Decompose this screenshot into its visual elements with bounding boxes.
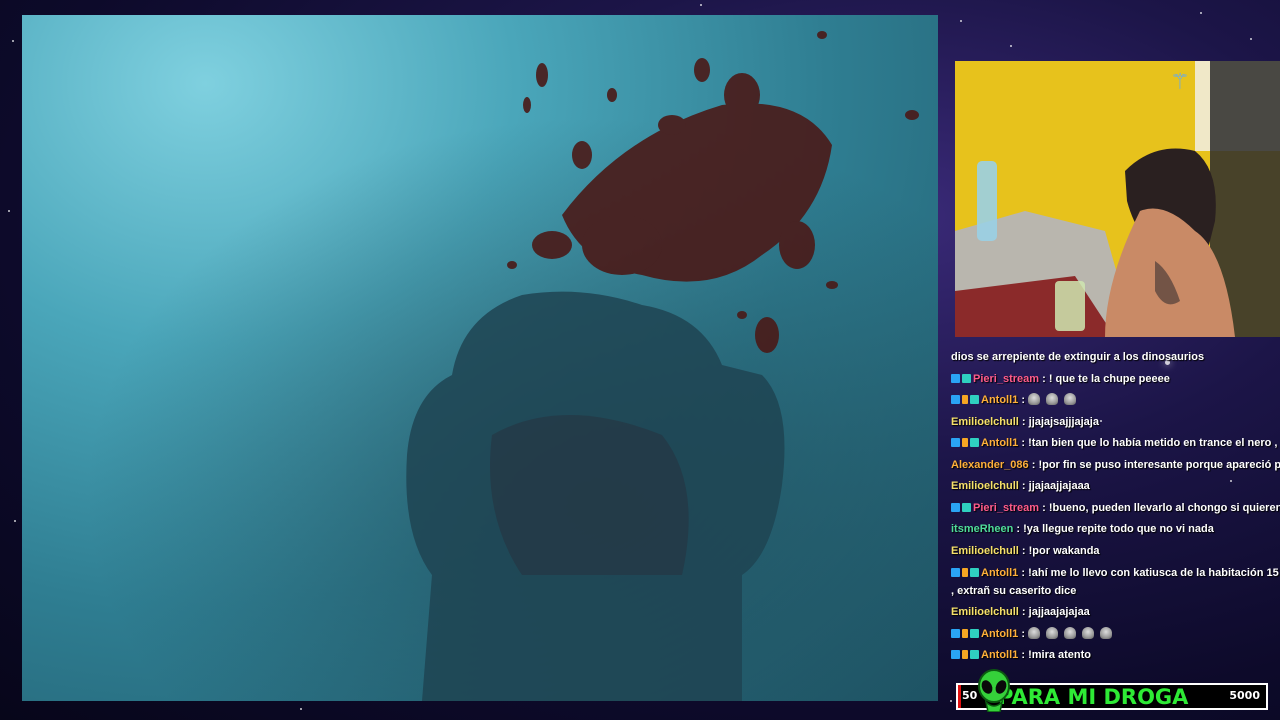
svg-text:⚚: ⚚ xyxy=(1170,70,1190,95)
chat-text: : jjajaajjajaaa xyxy=(1021,480,1090,492)
teal-badge-icon xyxy=(970,568,979,577)
chat-text: : jjajajsajjjajaja xyxy=(1021,415,1099,428)
chat-username[interactable]: Antoll1 xyxy=(981,628,1018,640)
small-badge-icon xyxy=(962,568,968,577)
skull-emote-icon xyxy=(1028,393,1041,405)
chat-text: : ! que te la chupe peeee xyxy=(1042,372,1170,385)
chat-panel: dios se arrepiente de extinguir a los di… xyxy=(946,347,1280,667)
chat-text: : !por fin se puso interesante porque ap… xyxy=(1031,458,1280,471)
chat-text: : xyxy=(1021,394,1026,406)
chat-message: Antoll1 : !tan bien que lo había metido … xyxy=(946,433,1280,455)
chat-text: : !tan bien que lo había metido en tranc… xyxy=(1021,437,1280,449)
chat-text: : !bueno, pueden llevarlo al chongo si q… xyxy=(1042,501,1280,514)
skull-emote-icon xyxy=(1046,393,1059,405)
blue-badge-icon xyxy=(951,395,960,404)
chat-text: : xyxy=(1021,627,1026,640)
goal-end-value: 5000 xyxy=(1229,689,1260,702)
teal-badge-icon xyxy=(962,502,971,512)
chat-message: Pieri_stream : !bueno, pueden llevarlo a… xyxy=(946,498,1280,520)
goal-progress-fill xyxy=(958,685,962,708)
teal-badge-icon xyxy=(970,650,979,659)
teal-badge-icon xyxy=(970,628,979,638)
small-badge-icon xyxy=(962,650,968,659)
webcam-feed: ⚚ xyxy=(955,61,1280,337)
chat-text: dios se arrepiente de extinguir a los di… xyxy=(951,351,1205,363)
skull-emote-icon xyxy=(1082,626,1095,639)
chat-text: : !ya llegue repite todo que no vi nada xyxy=(1016,523,1214,535)
chat-message: Emilioelchull : jjajajsajjjajaja xyxy=(946,412,1280,434)
chat-message: Antoll1 : xyxy=(946,390,1280,412)
skull-emote-icon xyxy=(1064,626,1077,639)
webcam-image: ⚚ xyxy=(955,61,1280,337)
chat-username[interactable]: Emilioelchull xyxy=(951,480,1019,492)
game-capture xyxy=(22,15,938,701)
chat-username[interactable]: Emilioelchull xyxy=(951,416,1019,428)
skull-emote-icon xyxy=(1100,626,1113,639)
alien-icon xyxy=(978,669,1010,712)
chat-username[interactable]: Pieri_stream xyxy=(973,502,1039,514)
chat-message: dios se arrepiente de extinguir a los di… xyxy=(946,347,1280,369)
chat-text: : jajjaajajajaa xyxy=(1021,606,1090,618)
skull-emote-icon xyxy=(1064,393,1077,405)
chat-username[interactable]: Antoll1 xyxy=(981,649,1018,661)
chat-message: Emilioelchull : jjajaajjajaaa xyxy=(946,476,1280,498)
blue-badge-icon xyxy=(951,650,960,659)
chat-message: Pieri_stream : ! que te la chupe peeee xyxy=(946,369,1280,391)
chat-text: : !mira atento xyxy=(1021,649,1092,661)
chat-message: Emilioelchull : jajjaajajajaa xyxy=(946,602,1280,624)
teal-badge-icon xyxy=(970,395,979,404)
chat-message: Alexander_086 : !por fin se puso interes… xyxy=(946,455,1280,477)
chat-username[interactable]: itsmeRheen xyxy=(951,523,1013,535)
chat-username[interactable]: Antoll1 xyxy=(981,394,1018,406)
teal-badge-icon xyxy=(962,373,971,383)
chat-message: Antoll1 : xyxy=(946,624,1280,646)
blue-badge-icon xyxy=(951,373,960,383)
underwater-scene-image xyxy=(22,15,938,701)
chat-username[interactable]: Alexander_086 xyxy=(951,459,1029,471)
chat-username[interactable]: Antoll1 xyxy=(981,437,1018,449)
small-badge-icon xyxy=(962,438,968,447)
chat-text: : !por wakanda xyxy=(1021,544,1100,557)
chat-message: itsmeRheen : !ya llegue repite todo que … xyxy=(946,519,1280,541)
chat-message: Emilioelchull : !por wakanda xyxy=(946,541,1280,563)
goal-title: PARA MI DROGA xyxy=(998,685,1189,709)
skull-emote-icon xyxy=(1028,626,1041,639)
blue-badge-icon xyxy=(951,568,960,577)
chat-message: Antoll1 : !ahí me lo llevo con katiusca … xyxy=(946,562,1280,602)
chat-message: Antoll1 : !mira atento xyxy=(946,645,1280,667)
chat-username[interactable]: Antoll1 xyxy=(981,567,1018,579)
teal-badge-icon xyxy=(970,438,979,447)
chat-username[interactable]: Pieri_stream xyxy=(973,373,1039,385)
small-badge-icon xyxy=(962,628,968,638)
blue-badge-icon xyxy=(951,502,960,512)
chat-username[interactable]: Emilioelchull xyxy=(951,606,1019,618)
blue-badge-icon xyxy=(951,438,960,447)
small-badge-icon xyxy=(962,395,968,404)
skull-emote-icon xyxy=(1046,626,1059,639)
blue-badge-icon xyxy=(951,628,960,638)
chat-username[interactable]: Emilioelchull xyxy=(951,545,1019,557)
